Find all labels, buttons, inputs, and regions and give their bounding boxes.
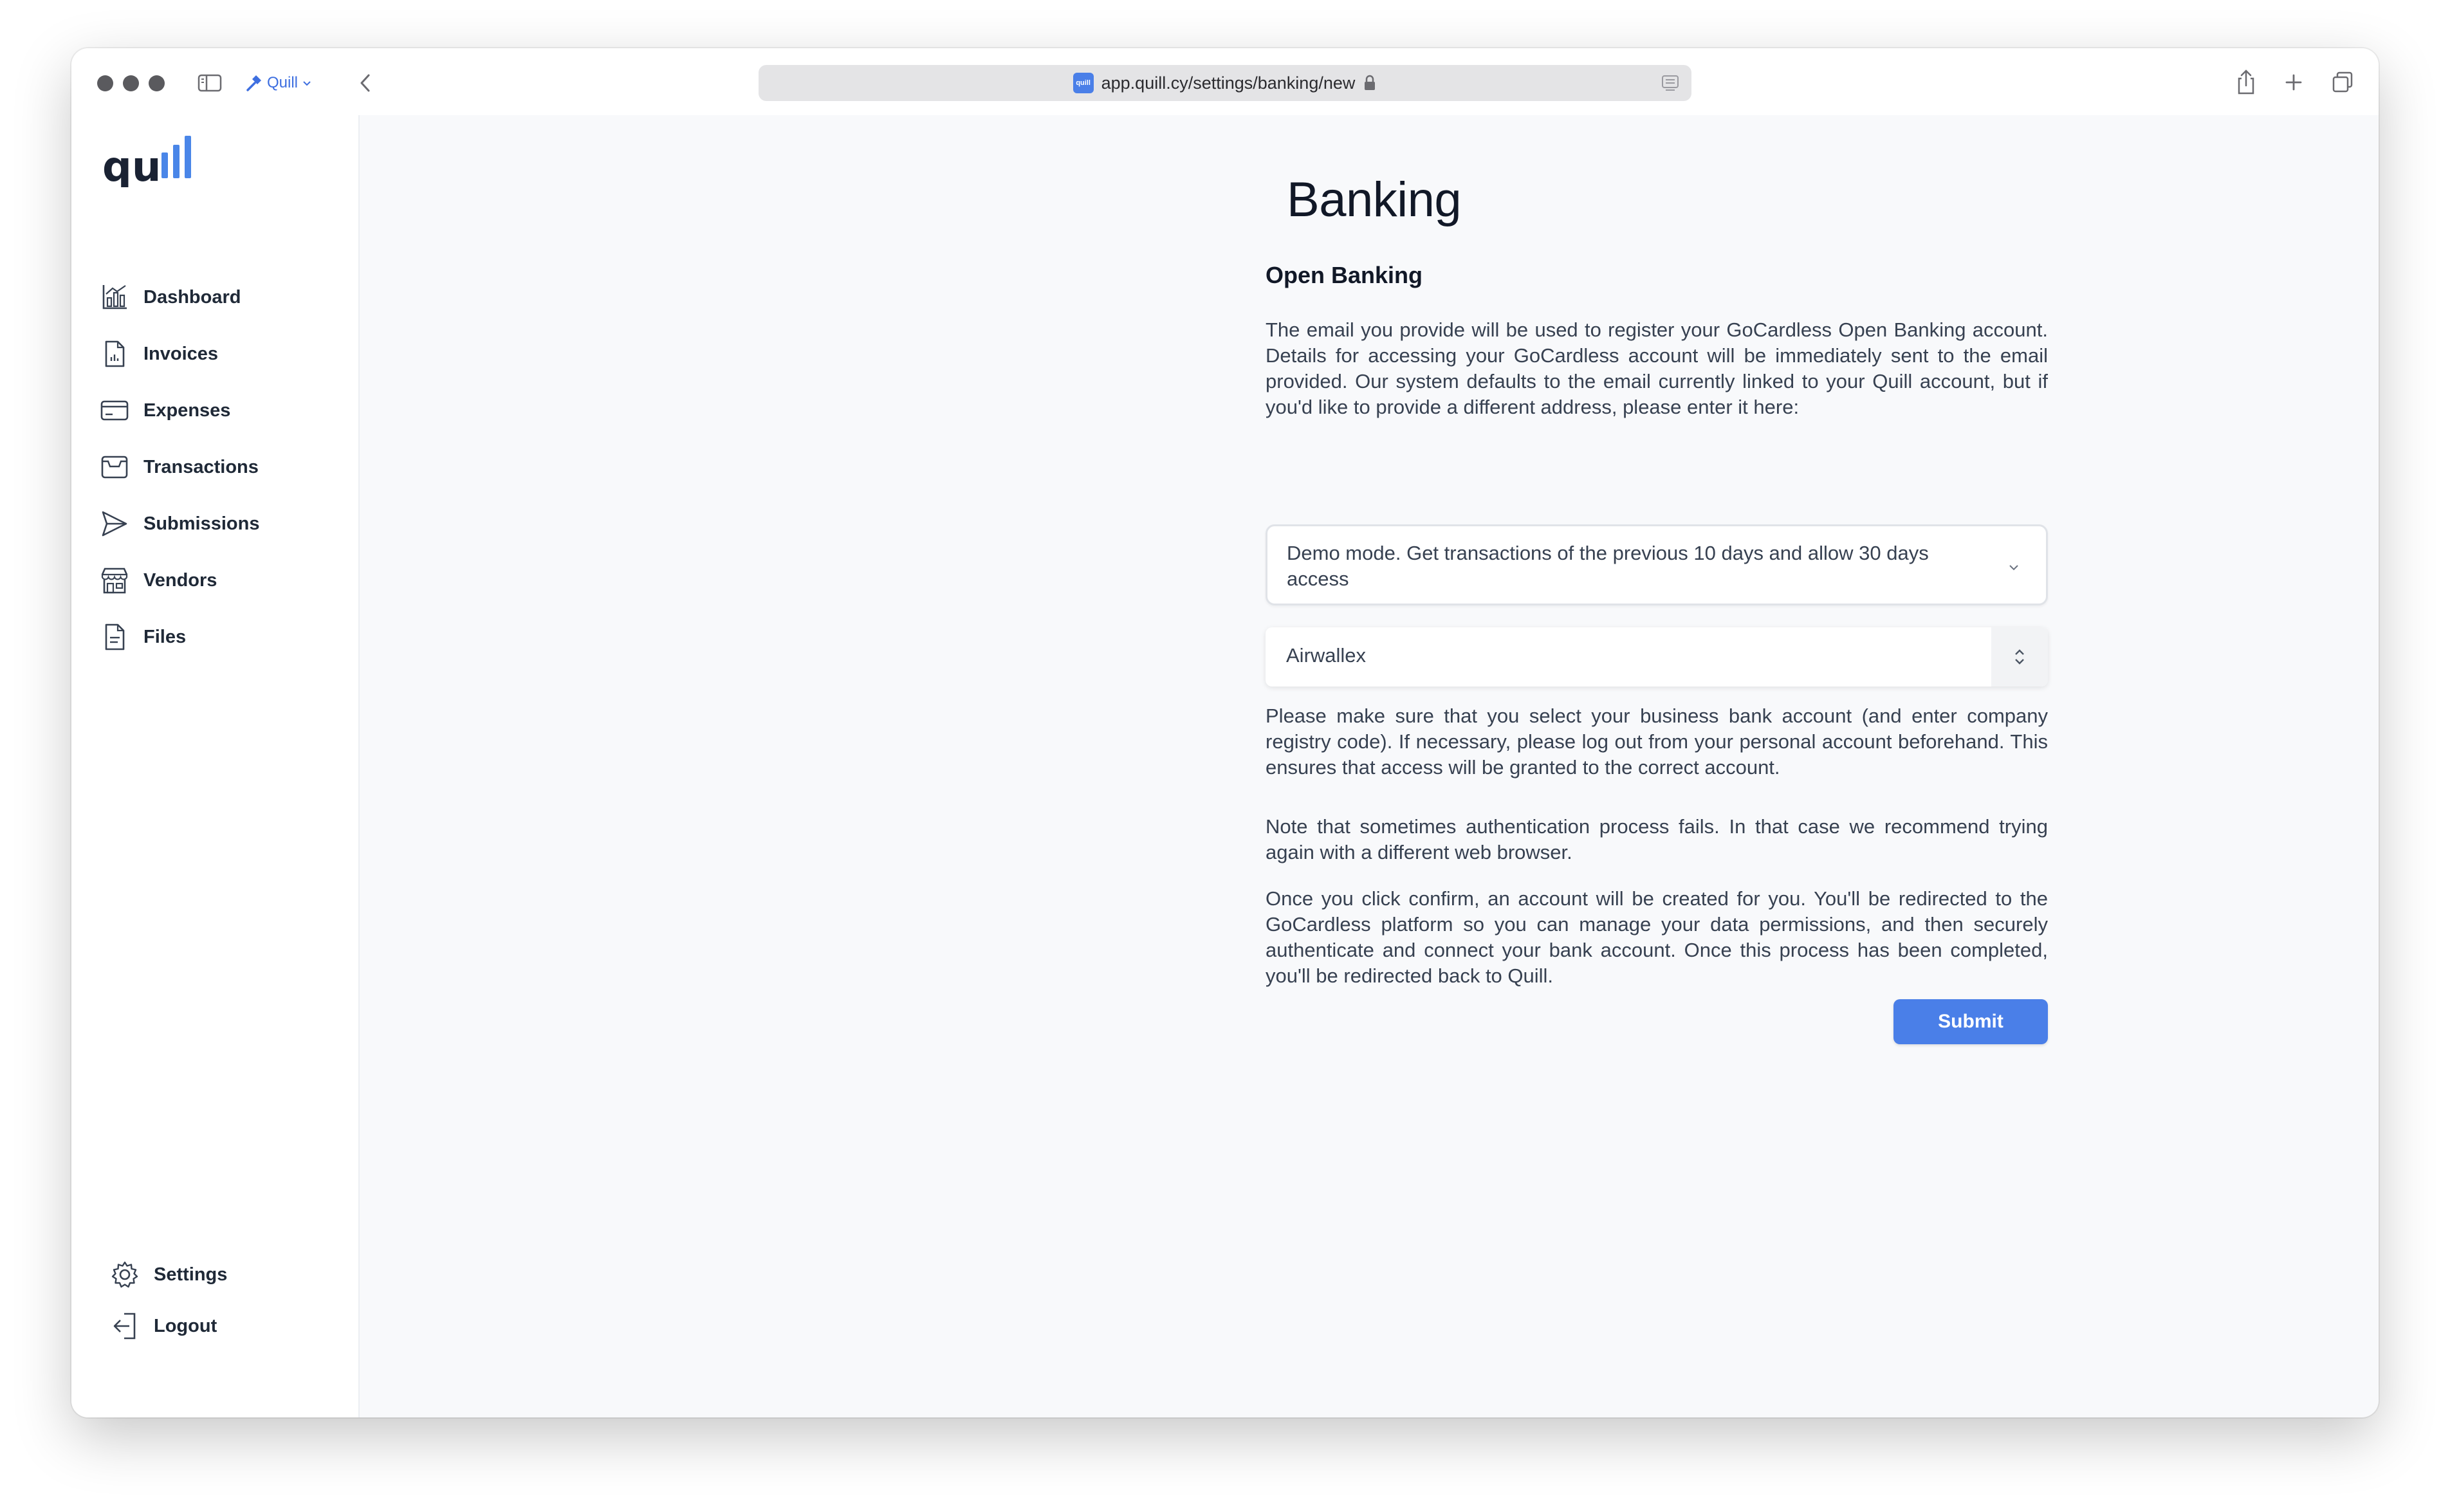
section-title: Open Banking: [1266, 262, 1423, 288]
sidebar-item-label: Vendors: [143, 569, 217, 591]
credit-card-icon: [100, 396, 129, 425]
page-title: Banking: [1287, 172, 1462, 227]
sidebar-item-transactions[interactable]: Transactions: [100, 447, 331, 488]
send-icon: [100, 509, 129, 539]
address-bar[interactable]: quill app.quill.cy/settings/banking/new: [759, 65, 1691, 101]
sidebar-item-files[interactable]: Files: [100, 616, 331, 658]
share-icon[interactable]: [2232, 68, 2260, 97]
site-favicon: quill: [1073, 73, 1094, 93]
gear-icon: [110, 1260, 140, 1289]
file-icon: [100, 622, 129, 652]
minimize-window-button[interactable]: [123, 75, 139, 91]
sidebar-item-logout[interactable]: Logout: [110, 1305, 342, 1347]
submit-button[interactable]: Submit: [1893, 999, 2048, 1044]
main-content: Banking Open Banking The email you provi…: [360, 115, 2379, 1417]
bank-select-value: Airwallex: [1286, 644, 1367, 667]
confirmation-note: Once you click confirm, an account will …: [1266, 887, 2048, 987]
access-mode-select[interactable]: Demo mode. Get transactions of the previ…: [1266, 524, 2048, 605]
chevron-down-icon: [2005, 558, 2023, 576]
close-window-button[interactable]: [97, 75, 113, 91]
bank-select[interactable]: Airwallex: [1266, 627, 2048, 687]
new-tab-icon[interactable]: [2280, 68, 2308, 97]
access-mode-value: Demo mode. Get transactions of the previ…: [1287, 542, 1929, 590]
authentication-note: Note that sometimes authentication proce…: [1266, 815, 2048, 863]
lock-icon: [1363, 75, 1377, 91]
bank-select-toggle[interactable]: [1991, 627, 2048, 687]
profile-switcher[interactable]: Quill: [244, 70, 312, 96]
sidebar-item-dashboard[interactable]: Dashboard: [100, 277, 331, 318]
sidebar: qu Dashboard Invoices Expenses Transacti…: [71, 115, 360, 1417]
hammer-icon: [244, 73, 263, 93]
chevron-down-icon: [302, 78, 312, 88]
sidebar-item-label: Logout: [154, 1315, 217, 1336]
sidebar-item-label: Dashboard: [143, 286, 241, 308]
chart-icon: [100, 282, 129, 312]
back-arrow-icon[interactable]: [353, 69, 378, 97]
sidebar-item-vendors[interactable]: Vendors: [100, 560, 331, 601]
business-account-note: Please make sure that you select your bu…: [1266, 705, 2048, 779]
sidebar-item-submissions[interactable]: Submissions: [100, 503, 331, 544]
zoom-window-button[interactable]: [149, 75, 165, 91]
sidebar-toggle-icon[interactable]: [197, 70, 223, 96]
sidebar-item-settings[interactable]: Settings: [110, 1254, 342, 1295]
sidebar-item-invoices[interactable]: Invoices: [100, 333, 331, 374]
sidebar-item-label: Submissions: [143, 513, 260, 534]
intro-text: The email you provide will be used to re…: [1266, 318, 2048, 418]
quill-logo[interactable]: qu: [102, 133, 199, 187]
inbox-icon: [100, 452, 129, 482]
sidebar-item-label: Invoices: [143, 343, 219, 364]
browser-window: Quill quill app.quill.cy/settings/bankin…: [71, 48, 2379, 1417]
sidebar-item-label: Settings: [154, 1264, 228, 1285]
profile-name: Quill: [267, 74, 299, 91]
sidebar-item-label: Files: [143, 626, 187, 647]
svg-text:qu: qu: [102, 143, 161, 187]
logout-icon: [110, 1311, 140, 1341]
reader-mode-icon[interactable]: [1661, 74, 1680, 92]
invoice-icon: [100, 339, 129, 369]
sidebar-item-expenses[interactable]: Expenses: [100, 390, 331, 431]
sidebar-item-label: Transactions: [143, 456, 259, 477]
tab-overview-icon[interactable]: [2328, 68, 2357, 97]
store-icon: [100, 566, 129, 595]
sidebar-item-label: Expenses: [143, 400, 231, 421]
url-text: app.quill.cy/settings/banking/new: [1101, 73, 1356, 93]
browser-titlebar: Quill quill app.quill.cy/settings/bankin…: [71, 48, 2379, 115]
